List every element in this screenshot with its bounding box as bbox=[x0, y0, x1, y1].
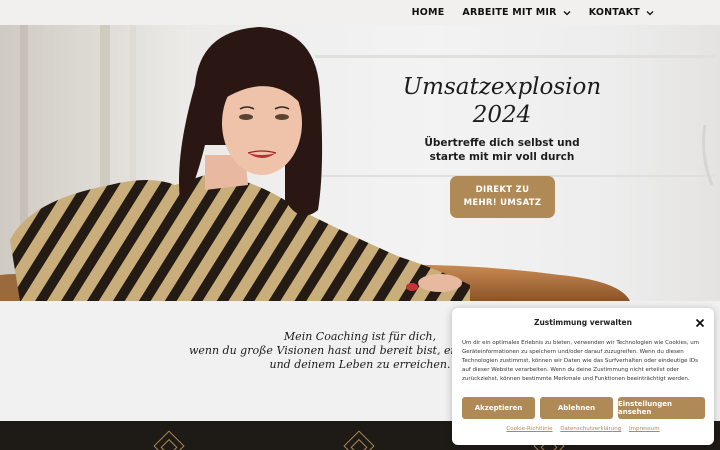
cookie-consent-dialog: Zustimmung verwalten Um dir ein optimale… bbox=[452, 308, 714, 445]
decline-button[interactable]: Ablehnen bbox=[540, 397, 613, 419]
nav-item-label: KONTAKT bbox=[588, 7, 640, 18]
top-navigation: HOME ARBEITE MIT MIR KONTAKT bbox=[0, 0, 720, 25]
nav-item-kontakt[interactable]: KONTAKT bbox=[589, 7, 654, 18]
chevron-down-icon bbox=[646, 10, 654, 15]
nav-item-arbeite-mit-mir[interactable]: ARBEITE MIT MIR bbox=[462, 7, 571, 18]
accept-button[interactable]: Akzeptieren bbox=[462, 397, 535, 419]
close-icon[interactable] bbox=[695, 318, 705, 328]
nav-menu: HOME ARBEITE MIT MIR KONTAKT bbox=[412, 0, 654, 25]
hero-subtitle: Übertreffe dich selbst und starte mit mi… bbox=[402, 136, 602, 164]
hero-subtitle-line2: starte mit mir voll durch bbox=[429, 151, 575, 163]
diamond-ornament-icon bbox=[343, 430, 375, 450]
imprint-link[interactable]: Impressum bbox=[629, 426, 660, 432]
nav-item-home[interactable]: HOME bbox=[412, 7, 445, 18]
hero-title: Umsatzexplosion 2024 bbox=[402, 73, 602, 129]
consent-links: Cookie-Richtlinie Datenschutzerklärung I… bbox=[452, 426, 714, 432]
hero-section: Umsatzexplosion 2024 Übertreffe dich sel… bbox=[0, 25, 720, 301]
nav-item-label: ARBEITE MIT MIR bbox=[462, 7, 557, 18]
chevron-down-icon bbox=[563, 10, 571, 15]
privacy-policy-link[interactable]: Datenschutzerklärung bbox=[560, 426, 621, 432]
hero-photo bbox=[0, 25, 715, 301]
cta-button[interactable]: DIREKT ZU MEHR! UMSATZ bbox=[450, 176, 555, 218]
hero-subtitle-line1: Übertreffe dich selbst und bbox=[424, 137, 580, 149]
hero-title-line2: 2024 bbox=[472, 102, 532, 128]
cookie-policy-link[interactable]: Cookie-Richtlinie bbox=[506, 426, 552, 432]
diamond-ornament-icon bbox=[153, 430, 185, 450]
consent-body-text: Um dir ein optimales Erlebnis zu bieten,… bbox=[462, 340, 700, 382]
hero-title-line1: Umsatzexplosion bbox=[402, 74, 602, 100]
cta-label-line1: DIREKT ZU bbox=[475, 185, 530, 195]
cta-label-line2: MEHR! UMSATZ bbox=[463, 198, 542, 208]
view-settings-button[interactable]: Einstellungen ansehen bbox=[618, 397, 705, 419]
consent-title: Zustimmung verwalten bbox=[534, 318, 632, 327]
nav-item-label: HOME bbox=[411, 7, 445, 18]
